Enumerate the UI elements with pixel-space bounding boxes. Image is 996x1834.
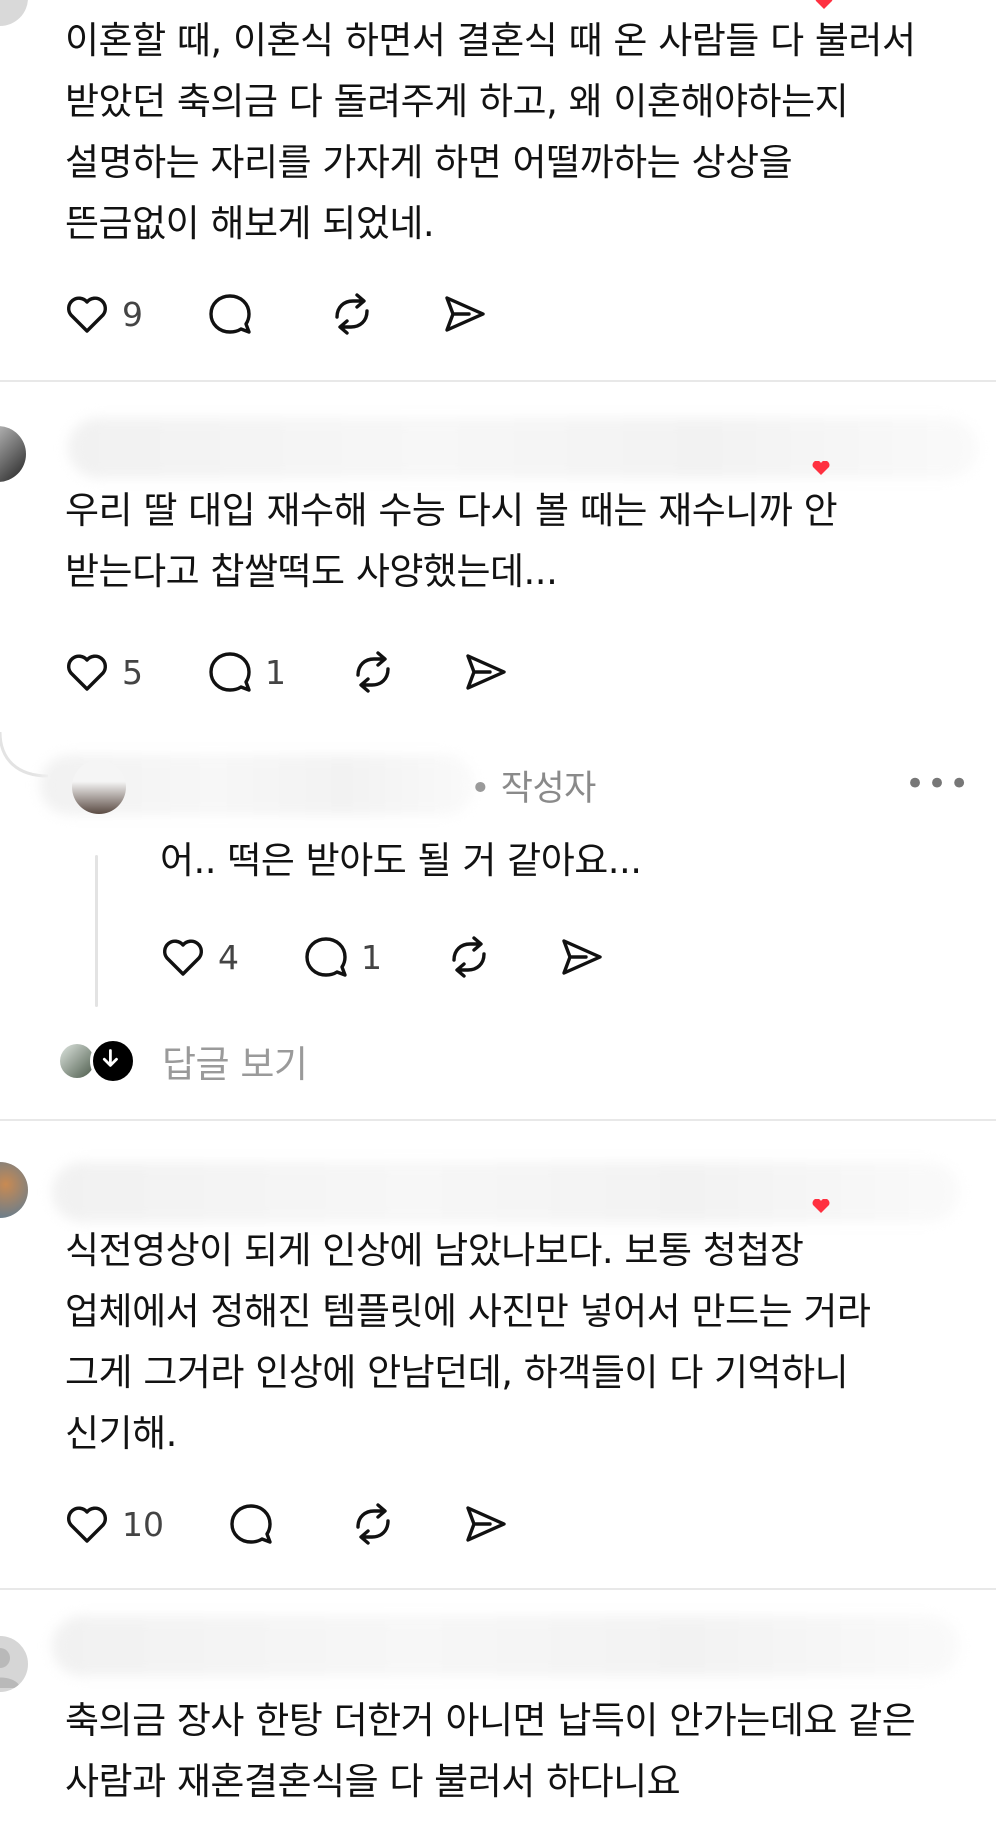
avatar[interactable] [0,1636,28,1692]
comment-text: 우리 딸 대입 재수해 수능 다시 볼 때는 재수니까 안 받는다고 찹쌀떡도 … [65,489,838,593]
reply-button[interactable]: 1 [301,932,382,982]
reply-count: 1 [361,937,382,977]
separator-dot: • [470,769,501,809]
avatar[interactable] [0,1162,28,1218]
arrow-down-icon [90,1038,136,1084]
like-badge-icon [812,1198,830,1213]
send-icon [445,296,485,332]
avatar[interactable] [72,760,126,814]
reply-count: 1 [265,652,286,692]
comment-actions: 9 [62,289,551,339]
reply-button[interactable]: 1 [205,647,286,697]
avatar[interactable] [0,426,26,482]
divider [0,1588,996,1590]
send-icon [466,654,506,690]
repost-button[interactable] [348,647,398,697]
send-icon [562,939,602,975]
comment-text: 이혼할 때, 이혼식 하면서 결혼식 때 온 사람들 다 불러서 받았던 축의금… [65,19,916,245]
heart-icon [163,939,203,976]
comment-text: 식전영상이 되게 인상에 남았나보다. 보통 청첩장 업체에서 정해진 템플릿에… [65,1229,871,1455]
speech-bubble-icon [305,937,347,977]
heart-icon [67,1506,107,1543]
reply-avatar-stack [60,1036,138,1086]
like-button[interactable]: 5 [62,647,143,697]
default-user-icon [0,1648,20,1688]
divider [0,380,996,382]
speech-bubble-icon [230,1504,272,1544]
like-count: 4 [218,937,239,977]
like-badge-icon [815,0,833,9]
comment-actions: 5 1 [62,647,572,697]
more-options-button[interactable]: ••• [905,764,971,804]
reply-button[interactable] [205,289,265,339]
author-name-redacted [68,418,978,478]
view-replies-button[interactable]: 답글 보기 [60,1036,308,1086]
comment-text: 축의금 장사 한탕 더한거 아니면 납득이 안가는데요 같은 사람과 재혼결혼식… [65,1699,916,1803]
author-badge: 작성자 [500,769,597,809]
repost-icon [335,293,369,335]
view-replies-label: 답글 보기 [162,1043,308,1086]
reply-text: 어.. 떡은 받아도 될 거 같아요... [160,839,642,882]
like-button[interactable]: 4 [158,932,239,982]
like-badge-icon [812,460,830,475]
avatar [60,1044,94,1078]
repost-button[interactable] [444,932,494,982]
repost-icon [452,936,486,978]
share-button[interactable] [460,1499,510,1549]
repost-icon [356,1503,390,1545]
repost-icon [356,651,390,693]
heart-icon [67,296,107,333]
share-button[interactable] [460,647,510,697]
speech-bubble-icon [209,294,251,334]
share-button[interactable] [439,289,489,339]
send-icon [466,1506,506,1542]
avatar[interactable] [0,0,28,26]
heart-icon [67,654,107,691]
speech-bubble-icon [209,652,251,692]
divider [0,1119,996,1121]
reply-button[interactable] [226,1499,286,1549]
repost-button[interactable] [348,1499,398,1549]
reply-author-meta: • 작성자 [470,760,596,811]
share-button[interactable] [556,932,606,982]
comment-actions: 10 [62,1499,572,1549]
author-name-redacted [52,1616,960,1676]
reply-actions: 4 1 [158,932,668,982]
like-button[interactable]: 10 [62,1499,164,1549]
like-count: 10 [122,1504,164,1544]
author-name-redacted [52,1162,960,1222]
like-button[interactable]: 9 [62,289,143,339]
like-count: 5 [122,652,143,692]
like-count: 9 [122,294,143,334]
thread-line [95,855,98,1007]
repost-button[interactable] [327,289,377,339]
